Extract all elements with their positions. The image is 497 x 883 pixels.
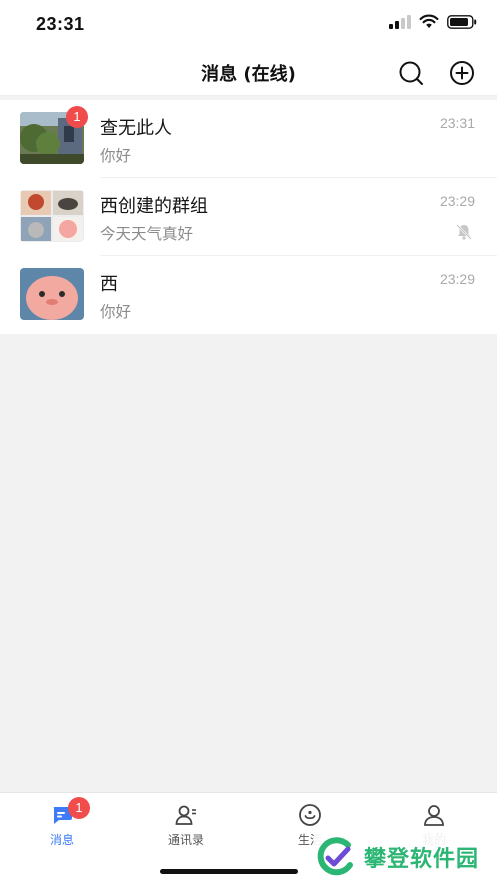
status-bar: 23:31 [0, 0, 497, 50]
contacts-icon [175, 805, 196, 825]
status-icons [389, 14, 477, 29]
nav-bar: 消息 (在线) [0, 50, 497, 96]
message-preview: 今天天气真好 [100, 225, 194, 243]
tab-badge: 1 [68, 797, 90, 819]
add-button[interactable] [449, 60, 475, 86]
battery-icon [447, 14, 477, 29]
discover-icon [299, 804, 321, 826]
cellular-signal-icon [389, 14, 411, 29]
conversation-item[interactable]: 西 你好 23:29 [0, 256, 497, 334]
watermark-logo-icon [317, 837, 353, 876]
conversation-name: 西创建的群组 [100, 196, 208, 217]
wifi-icon [419, 14, 439, 28]
conversation-item[interactable]: 西创建的群组 今天天气真好 23:29 [0, 178, 497, 256]
plus-circle-icon [450, 61, 474, 85]
avatar [20, 268, 84, 320]
watermark: 攀登软件园 [314, 834, 490, 880]
message-preview: 你好 [100, 147, 132, 165]
message-time: 23:29 [439, 271, 475, 287]
conversation-name: 查无此人 [100, 118, 172, 139]
profile-icon [424, 805, 444, 826]
tab-label: 消息 [49, 833, 74, 847]
search-icon [399, 61, 423, 85]
search-button[interactable] [398, 60, 424, 86]
mute-bell-icon [456, 224, 472, 240]
home-indicator [160, 869, 298, 874]
conversation-list: 1 查无此人 你好 23:31 西创建的群组 今天天气真好 23:29 西 你好… [0, 100, 497, 334]
conversation-name: 西 [100, 274, 118, 295]
tab-contacts[interactable]: 通讯录 [124, 793, 248, 853]
tab-messages[interactable]: 1 消息 [0, 793, 124, 853]
status-time: 23:31 [36, 14, 85, 34]
tab-label: 通讯录 [167, 833, 204, 847]
watermark-text: 攀登软件园 [364, 847, 480, 872]
message-time: 23:31 [439, 115, 475, 131]
message-time: 23:29 [439, 193, 475, 209]
conversation-item[interactable]: 1 查无此人 你好 23:31 [0, 100, 497, 178]
group-avatar [20, 190, 84, 242]
message-preview: 你好 [100, 303, 132, 321]
unread-badge: 1 [66, 106, 88, 128]
